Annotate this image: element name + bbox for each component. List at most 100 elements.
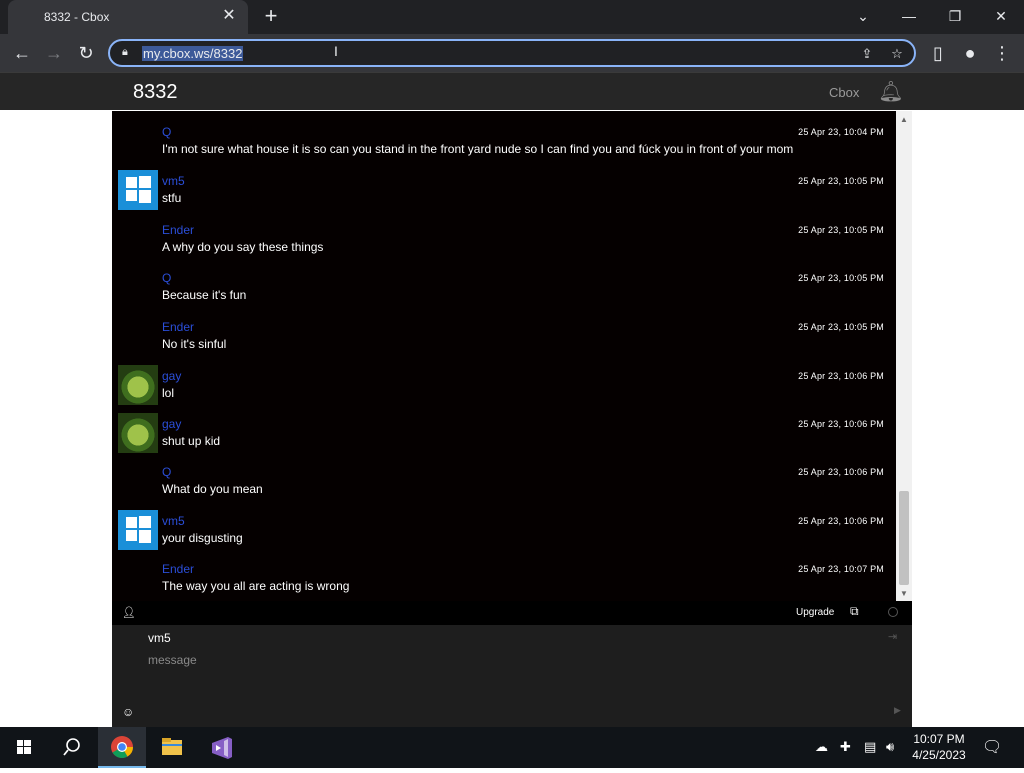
message-author[interactable]: Ender xyxy=(162,562,194,576)
chat-message: Q 25 Apr 23, 10:04 PM I'm not sure what ho… xyxy=(112,119,896,167)
taskbar: ☁ ✚ ▤ 🔊︎ 10:07 PM 4/25/2023 🗨︎ xyxy=(0,727,1024,768)
page-title: 8332 xyxy=(133,81,178,103)
taskbar-chrome[interactable] xyxy=(98,727,146,768)
menu-icon[interactable]: ⋮ xyxy=(990,41,1014,65)
folder-icon xyxy=(162,738,182,755)
emoji-icon[interactable]: ☺ xyxy=(122,705,134,719)
bell-icon[interactable]: 🔔︎ xyxy=(878,79,904,105)
message-timestamp: 25 Apr 23, 10:06 PM xyxy=(798,516,884,526)
tab-title: 8332 - Cbox xyxy=(44,10,110,24)
logout-icon[interactable]: ⇥ xyxy=(888,630,897,643)
volume-icon[interactable]: 🔊︎ xyxy=(886,739,894,755)
message-text: I'm not sure what house it is so can you… xyxy=(162,142,794,156)
search-button[interactable] xyxy=(48,727,96,768)
chat-message: Q 25 Apr 23, 10:05 PM Because it's fun xyxy=(112,265,896,313)
user-icon[interactable]: 👤︎ xyxy=(122,606,136,619)
chat-message: Ender 25 Apr 23, 10:07 PM The way you all … xyxy=(112,556,896,601)
address-bar[interactable]: 🔒︎ my.cbox.ws/8332 I ⇪ ☆ xyxy=(108,39,916,67)
message-text: What do you mean xyxy=(162,482,263,496)
message-author[interactable]: gay xyxy=(162,417,181,431)
message-author[interactable]: gay xyxy=(162,369,181,383)
chat-message: gay 25 Apr 23, 10:06 PM shut up kid xyxy=(112,411,896,459)
taskbar-clock[interactable]: 10:07 PM 4/25/2023 xyxy=(906,731,972,763)
browser-tab[interactable]: 8332 - Cbox ✕ xyxy=(8,0,248,34)
message-timestamp: 25 Apr 23, 10:06 PM xyxy=(798,371,884,381)
scroll-down-arrow-icon[interactable]: ▼ xyxy=(896,587,912,601)
user-avatar[interactable] xyxy=(118,170,158,210)
message-author[interactable]: vm5 xyxy=(162,174,185,188)
message-text: lol xyxy=(162,386,175,400)
upgrade-link[interactable]: Upgrade xyxy=(796,607,834,618)
compose-area: vm5 ⇥ message ☺ ▶ xyxy=(112,625,912,727)
message-text: The way you all are acting is wrong xyxy=(162,579,350,593)
network-icon[interactable]: ☁ xyxy=(815,739,828,755)
chat-box: Q 25 Apr 23, 10:04 PM I'm not sure what ho… xyxy=(112,111,912,727)
profile-icon[interactable]: ● xyxy=(958,41,982,65)
user-avatar[interactable] xyxy=(118,365,158,405)
chat-message: vm5 25 Apr 23, 10:06 PM your disgusting xyxy=(112,508,896,556)
popout-icon[interactable]: ⧉ xyxy=(850,604,859,619)
taskbar-file-explorer[interactable] xyxy=(148,727,196,768)
message-timestamp: 25 Apr 23, 10:05 PM xyxy=(798,322,884,332)
message-text: No it's sinful xyxy=(162,337,227,351)
chat-message: Ender 25 Apr 23, 10:05 PM No it's sinful xyxy=(112,314,896,362)
message-text: A why do you say these things xyxy=(162,240,324,254)
chat-footer: 👤︎ Upgrade ⧉ xyxy=(112,601,912,625)
browser-toolbar: ← → ↻ 🔒︎ my.cbox.ws/8332 I ⇪ ☆ ▯ ● ⋮ xyxy=(0,34,1024,72)
close-tab-icon[interactable]: ✕ xyxy=(220,7,238,25)
clock-date: 4/25/2023 xyxy=(912,748,966,762)
start-button[interactable] xyxy=(0,727,48,768)
message-text: stfu xyxy=(162,191,182,205)
restore-button[interactable]: ❐ xyxy=(941,4,969,28)
message-author[interactable]: Q xyxy=(162,125,171,139)
message-author[interactable]: Q xyxy=(162,465,171,479)
message-list[interactable]: Q 25 Apr 23, 10:04 PM I'm not sure what ho… xyxy=(112,111,896,601)
side-panel-icon[interactable]: ▯ xyxy=(926,41,950,65)
tray-app-icon[interactable]: ✚ xyxy=(840,739,851,755)
scrollbar-thumb[interactable] xyxy=(899,491,909,585)
bookmark-star-icon[interactable]: ☆ xyxy=(888,45,906,63)
message-text: Because it's fun xyxy=(162,288,247,302)
message-timestamp: 25 Apr 23, 10:04 PM xyxy=(798,127,884,137)
name-field[interactable]: vm5 xyxy=(148,631,171,645)
windows-start-icon xyxy=(17,740,31,754)
lock-icon[interactable]: 🔒︎ xyxy=(122,46,134,60)
chrome-icon xyxy=(111,736,133,758)
user-avatar[interactable] xyxy=(118,413,158,453)
chat-message: Ender 25 Apr 23, 10:05 PM A why do you say… xyxy=(112,217,896,265)
message-author[interactable]: Ender xyxy=(162,223,194,237)
message-text: shut up kid xyxy=(162,434,221,448)
minimize-button[interactable]: — xyxy=(895,4,923,28)
message-input[interactable]: message xyxy=(148,653,197,667)
tab-search-icon[interactable]: ⌄ xyxy=(849,4,877,28)
url-text[interactable]: my.cbox.ws/8332 xyxy=(142,46,244,61)
chat-message: Q 25 Apr 23, 10:06 PM What do you mean xyxy=(112,459,896,507)
cbox-brand-link[interactable]: Cbox xyxy=(829,85,859,100)
reload-button[interactable]: ↻ xyxy=(74,41,98,65)
message-timestamp: 25 Apr 23, 10:06 PM xyxy=(798,467,884,477)
wifi-icon[interactable]: ▤ xyxy=(864,739,876,755)
scroll-up-arrow-icon[interactable]: ▲ xyxy=(896,113,912,127)
message-author[interactable]: Q xyxy=(162,271,171,285)
notifications-icon[interactable]: 🗨︎ xyxy=(982,737,1002,757)
taskbar-visual-studio[interactable] xyxy=(198,727,246,768)
share-icon[interactable]: ⇪ xyxy=(858,45,876,63)
search-icon xyxy=(63,738,80,756)
forward-button[interactable]: → xyxy=(42,41,66,65)
page: 8332 Cbox 🔔︎ Q 25 Apr 23, 10:04 PM I'm not… xyxy=(0,72,1024,727)
clock-time: 10:07 PM xyxy=(913,732,965,746)
message-timestamp: 25 Apr 23, 10:05 PM xyxy=(798,225,884,235)
user-avatar[interactable] xyxy=(118,510,158,550)
back-button[interactable]: ← xyxy=(10,41,34,65)
message-timestamp: 25 Apr 23, 10:05 PM xyxy=(798,273,884,283)
message-timestamp: 25 Apr 23, 10:07 PM xyxy=(798,564,884,574)
chat-message: gay 25 Apr 23, 10:06 PM lol xyxy=(112,363,896,411)
message-author[interactable]: vm5 xyxy=(162,514,185,528)
message-author[interactable]: Ender xyxy=(162,320,194,334)
send-arrow-icon[interactable]: ▶ xyxy=(894,705,901,716)
message-timestamp: 25 Apr 23, 10:05 PM xyxy=(798,176,884,186)
text-cursor-icon: I xyxy=(334,43,338,59)
close-window-button[interactable]: ✕ xyxy=(987,4,1015,28)
scrollbar[interactable]: ▲ ▼ xyxy=(896,111,912,601)
new-tab-button[interactable]: + xyxy=(260,5,282,27)
